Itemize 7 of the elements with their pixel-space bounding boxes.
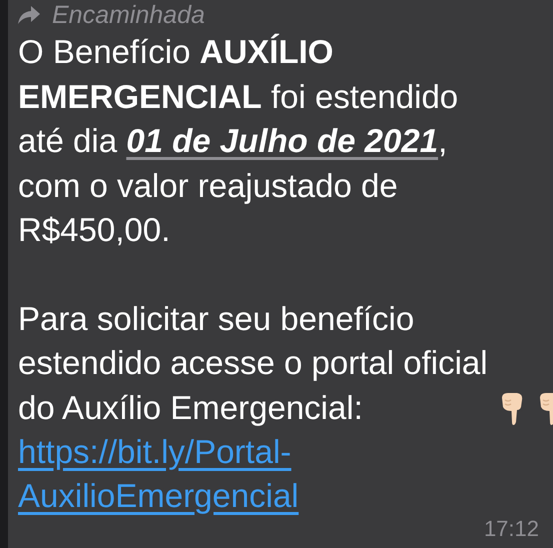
message-text: O Benefício AUXÍLIO EMERGENCIAL foi estendido até dia 01 de Julho de 2021, com o valor reajustado de R$450,00.: [18, 32, 458, 250]
forward-arrow-icon: [18, 6, 40, 24]
message-time: 17:12: [484, 516, 539, 542]
message-text: Para solicitar seu benefício estendido acesse o portal oficial do Auxílio Emergencial:: [18, 298, 488, 428]
pointing-down-icon: [500, 392, 524, 426]
portal-link[interactable]: https://bit.ly/Portal- AuxilioEmergencial: [18, 430, 299, 518]
forwarded-label: Encaminhada: [52, 0, 205, 30]
